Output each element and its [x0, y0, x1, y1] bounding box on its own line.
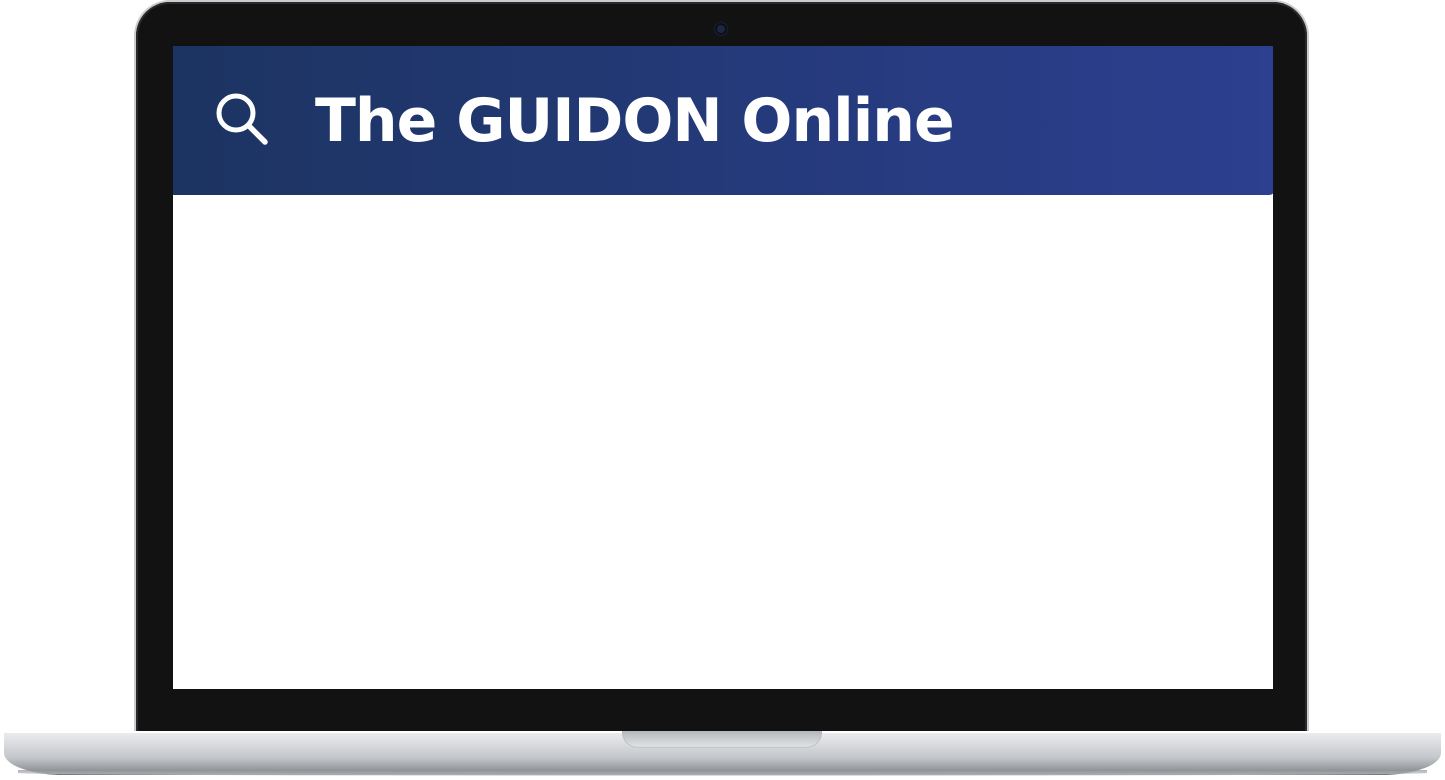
webcam	[715, 23, 727, 35]
site-title[interactable]: The GUIDON Online	[315, 91, 955, 151]
laptop-screen: The GUIDON Online	[173, 46, 1273, 689]
laptop-mockup: The GUIDON Online	[0, 0, 1445, 780]
laptop-base-edge	[18, 770, 1427, 776]
search-icon	[216, 93, 268, 145]
laptop-bezel: The GUIDON Online	[136, 2, 1307, 742]
site-header: The GUIDON Online	[173, 46, 1273, 195]
laptop-lid-notch	[622, 731, 822, 748]
search-button[interactable]	[211, 88, 273, 150]
